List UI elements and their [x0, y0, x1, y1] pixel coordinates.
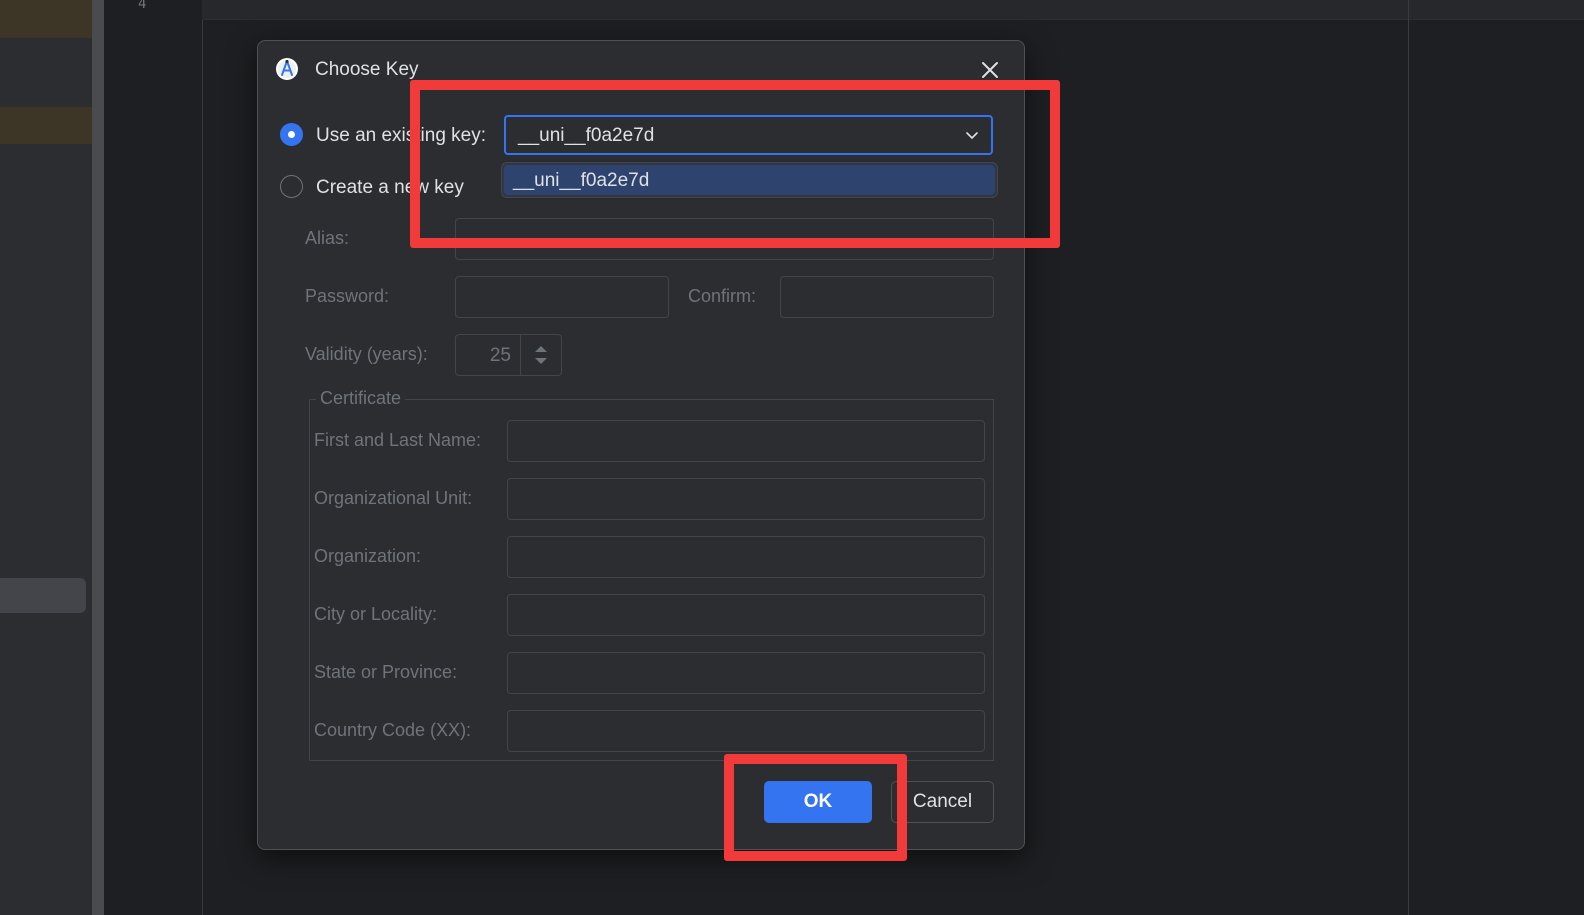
panel-scrollbar[interactable] — [92, 0, 104, 915]
validity-spinner[interactable]: 25 — [455, 334, 562, 376]
org-unit-input[interactable] — [507, 478, 985, 520]
project-panel — [0, 0, 104, 915]
org-unit-label: Organizational Unit: — [314, 488, 473, 508]
certificate-title: Certificate — [316, 388, 406, 409]
selected-row[interactable] — [0, 578, 86, 613]
editor-current-line — [202, 0, 1584, 20]
editor-gutter — [104, 0, 203, 915]
state-input[interactable] — [507, 652, 985, 694]
spinner-buttons[interactable] — [520, 335, 562, 375]
dialog-title: Choose Key — [315, 59, 419, 80]
annotation-box-dropdown — [410, 80, 1060, 248]
highlight-row — [0, 107, 104, 144]
highlight-row — [0, 0, 104, 38]
editor-right-margin — [1408, 0, 1409, 915]
state-label: State or Province: — [314, 662, 458, 682]
city-input[interactable] — [507, 594, 985, 636]
country-code-input[interactable] — [507, 710, 985, 752]
line-number: 4 — [138, 0, 147, 12]
alias-label: Alias: — [305, 228, 350, 248]
organization-label: Organization: — [314, 546, 422, 566]
password-input[interactable] — [455, 276, 669, 318]
password-label: Password: — [305, 286, 390, 306]
organization-input[interactable] — [507, 536, 985, 578]
confirm-label: Confirm: — [688, 286, 757, 306]
first-last-name-label: First and Last Name: — [314, 430, 482, 450]
country-code-label: Country Code (XX): — [314, 720, 472, 740]
first-last-name-input[interactable] — [507, 420, 985, 462]
validity-label: Validity (years): — [305, 344, 428, 364]
annotation-box-ok — [724, 754, 907, 861]
use-existing-radio[interactable] — [280, 123, 303, 146]
spinner-arrows-icon — [535, 346, 547, 364]
city-label: City or Locality: — [314, 604, 438, 624]
create-new-radio[interactable] — [280, 175, 303, 198]
confirm-input[interactable] — [780, 276, 994, 318]
android-studio-icon — [276, 58, 298, 80]
validity-value: 25 — [489, 345, 511, 366]
